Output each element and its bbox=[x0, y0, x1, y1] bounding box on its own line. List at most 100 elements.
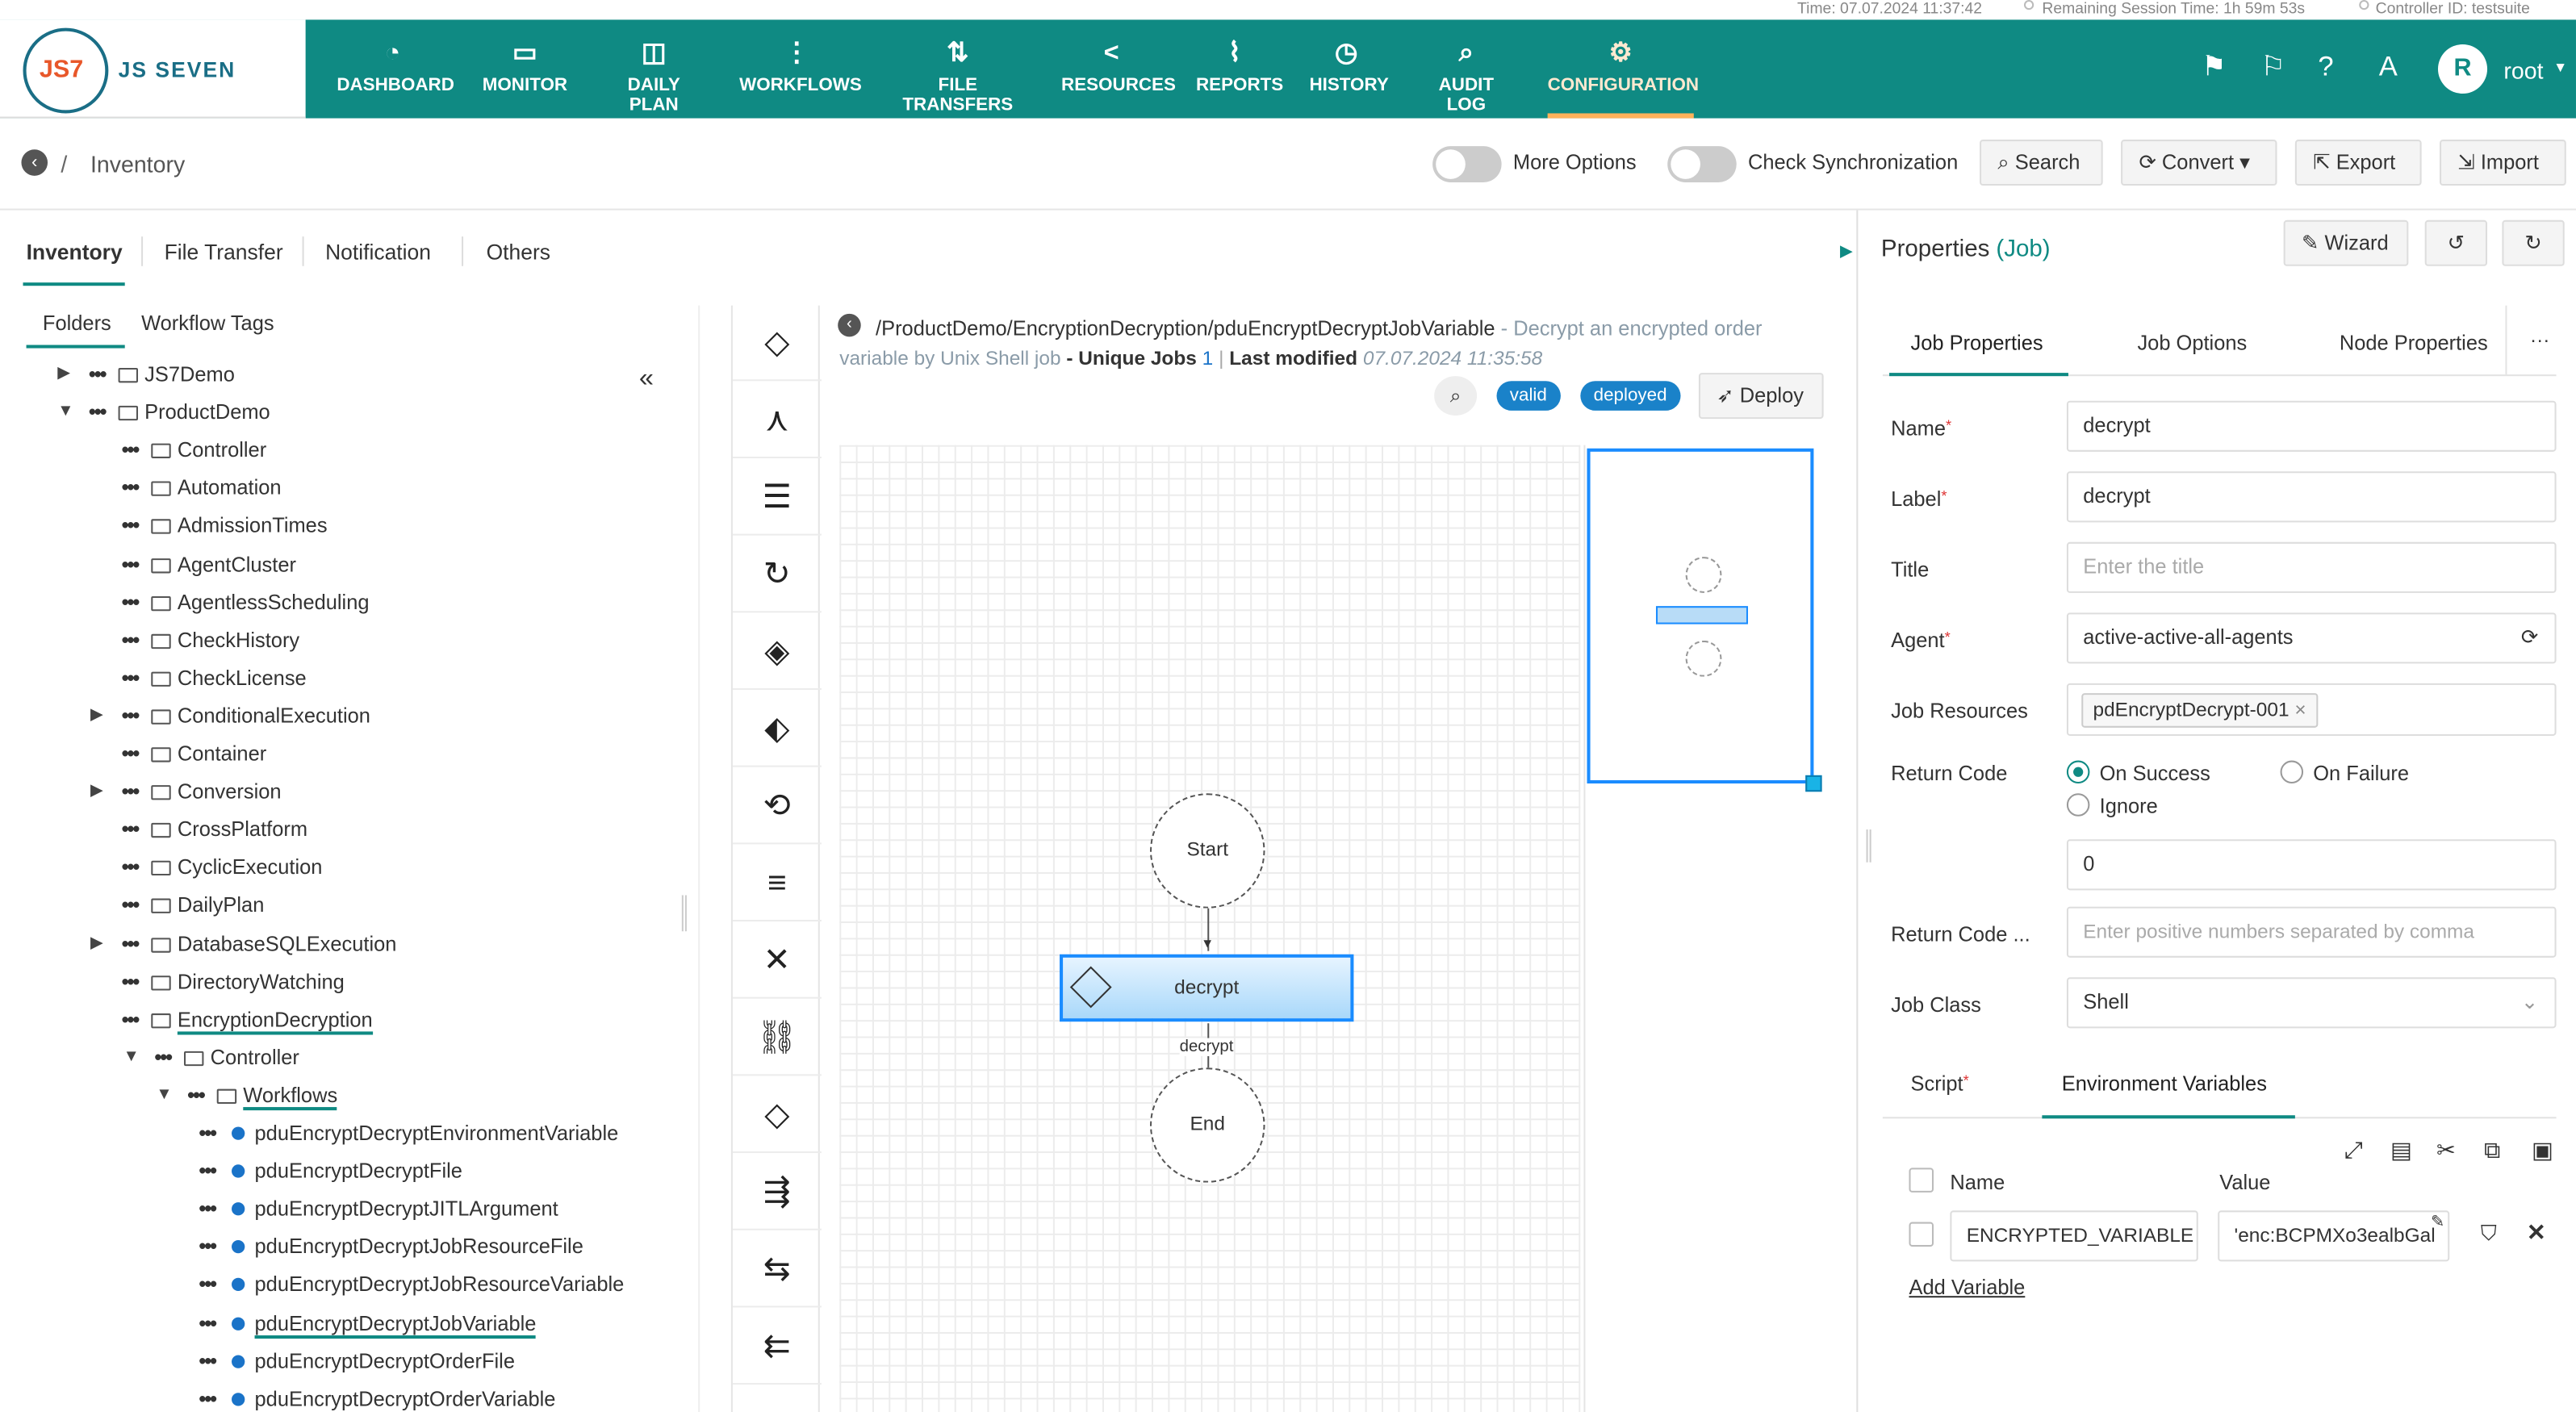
item-menu-icon[interactable]: ••• bbox=[122, 927, 144, 960]
nav-reports[interactable]: ⌇ REPORTS bbox=[1196, 19, 1283, 118]
folder-item[interactable]: ••• Container bbox=[122, 737, 267, 771]
item-menu-icon[interactable]: ••• bbox=[199, 1268, 221, 1301]
avatar[interactable]: R bbox=[2437, 44, 2488, 94]
deploy-button[interactable]: ➶ Deploy bbox=[1698, 373, 1824, 420]
item-menu-icon[interactable]: ••• bbox=[199, 1382, 221, 1412]
tab-workflow-tags[interactable]: Workflow Tags bbox=[141, 312, 274, 335]
item-menu-icon[interactable]: ••• bbox=[154, 1041, 177, 1074]
resize-handle[interactable] bbox=[681, 895, 687, 932]
workflow-item[interactable]: ••• pduEncryptDecryptFile bbox=[199, 1155, 462, 1188]
fail-icon[interactable]: ✕ bbox=[732, 923, 822, 999]
shield-icon[interactable]: ⛉ bbox=[2481, 1221, 2497, 1247]
nav-audit-log[interactable]: ⌕ AUDIT LOG bbox=[1420, 19, 1513, 118]
workflow-item[interactable]: ••• pduEncryptDecryptJobVariable bbox=[199, 1306, 537, 1339]
workflow-item[interactable]: ••• pduEncryptDecryptOrderFile bbox=[199, 1344, 515, 1377]
export-button[interactable]: ⇱ Export bbox=[2294, 140, 2422, 186]
zoom-search-icon[interactable]: ⌕ bbox=[1434, 376, 1478, 416]
prompt-icon[interactable]: ◇ bbox=[732, 1077, 822, 1154]
item-menu-icon[interactable]: ••• bbox=[122, 700, 144, 733]
folder-item[interactable]: ••• AgentlessScheduling bbox=[122, 586, 370, 619]
on-success-radio[interactable]: On Success bbox=[2066, 760, 2210, 785]
import-button[interactable]: ⇲ Import bbox=[2440, 140, 2566, 186]
remove-variable-icon[interactable]: ✕ bbox=[2527, 1218, 2546, 1247]
job-class-select[interactable]: Shell ⌄ bbox=[2066, 977, 2557, 1029]
item-menu-icon[interactable]: ••• bbox=[122, 851, 144, 884]
logo[interactable]: JS7 JS SEVEN bbox=[0, 19, 306, 119]
consume-notice-icon[interactable]: ⇇ bbox=[732, 1309, 822, 1385]
end-node[interactable]: End bbox=[1149, 1067, 1265, 1183]
start-node[interactable]: Start bbox=[1149, 793, 1265, 909]
workflow-item[interactable]: ••• pduEncryptDecryptEnvironmentVariable bbox=[199, 1117, 618, 1150]
item-menu-icon[interactable]: ••• bbox=[122, 1003, 144, 1036]
case-icon[interactable]: ⬖ bbox=[732, 691, 822, 767]
label-input[interactable]: decrypt bbox=[2066, 471, 2557, 523]
tab-node-properties[interactable]: Node Properties bbox=[2340, 332, 2488, 354]
item-menu-icon[interactable]: ••• bbox=[122, 624, 144, 657]
cycle-icon[interactable]: ⟲ bbox=[732, 769, 822, 845]
undo-button[interactable]: ↺ bbox=[2424, 219, 2488, 266]
item-menu-icon[interactable]: ••• bbox=[89, 396, 111, 429]
collapse-icon[interactable]: « bbox=[639, 365, 654, 395]
lock-icon[interactable]: ⛓ bbox=[732, 1001, 822, 1076]
folder-item[interactable]: ••• EncryptionDecryption bbox=[122, 1003, 373, 1036]
tab-notification[interactable]: Notification bbox=[325, 240, 431, 265]
item-menu-icon[interactable]: ••• bbox=[187, 1079, 210, 1112]
search-button[interactable]: ⌕ Search bbox=[1980, 140, 2103, 186]
ignore-radio[interactable]: Ignore bbox=[2066, 793, 2158, 818]
item-menu-icon[interactable]: ••• bbox=[122, 775, 144, 808]
expand-arrow-icon[interactable]: ▶ bbox=[90, 927, 103, 960]
expand-arrow-icon[interactable]: ▼ bbox=[57, 396, 73, 429]
select-all-checkbox[interactable] bbox=[1909, 1168, 1934, 1193]
workflow-item[interactable]: ••• pduEncryptDecryptJobResourceVariable bbox=[199, 1268, 624, 1301]
item-menu-icon[interactable]: ••• bbox=[122, 548, 144, 581]
controller-id[interactable]: Controller ID: testsuite bbox=[2376, 0, 2530, 18]
item-menu-icon[interactable]: ••• bbox=[122, 586, 144, 619]
fork-list-icon[interactable]: ☰ bbox=[732, 460, 822, 536]
wizard-button[interactable]: ✎ Wizard bbox=[2283, 219, 2409, 266]
folder-item[interactable]: ••• AgentCluster bbox=[122, 548, 296, 581]
return-code-input[interactable]: 0 bbox=[2066, 839, 2557, 891]
paste-list-icon[interactable]: ▤ bbox=[2390, 1137, 2412, 1165]
tab-job-properties[interactable]: Job Properties bbox=[1911, 332, 2043, 354]
expand-arrow-icon[interactable]: ▶ bbox=[90, 775, 103, 808]
minimap-resize-handle[interactable] bbox=[1805, 775, 1822, 792]
item-menu-icon[interactable]: ••• bbox=[122, 737, 144, 771]
add-variable-link[interactable]: Add Variable bbox=[1909, 1276, 2025, 1299]
folder-item[interactable]: ••• Automation bbox=[122, 472, 282, 505]
tab-others[interactable]: Others bbox=[487, 240, 550, 265]
nav-monitor[interactable]: ▭ MONITOR bbox=[481, 19, 568, 118]
copy-icon[interactable]: ⧉ bbox=[2484, 1137, 2500, 1165]
folder-item[interactable]: ▶ ••• JS7Demo bbox=[57, 358, 235, 391]
more-options-toggle[interactable] bbox=[1432, 146, 1502, 182]
flag-icon[interactable]: ⚑ bbox=[2202, 51, 2227, 84]
tab-script[interactable]: Script* bbox=[1911, 1072, 1969, 1095]
folder-item[interactable]: ▶ ••• DatabaseSQLExecution bbox=[90, 927, 396, 960]
folder-item[interactable]: ••• CheckHistory bbox=[122, 624, 300, 657]
row-checkbox[interactable] bbox=[1909, 1222, 1934, 1247]
folder-item[interactable]: ▼ ••• Workflows bbox=[156, 1079, 337, 1112]
user-name[interactable]: root bbox=[2503, 57, 2543, 84]
item-menu-icon[interactable]: ••• bbox=[122, 472, 144, 505]
job-instruction-icon[interactable]: ◇ bbox=[732, 306, 822, 382]
item-menu-icon[interactable]: ••• bbox=[89, 358, 111, 391]
item-menu-icon[interactable]: ••• bbox=[199, 1306, 221, 1339]
job-node-decrypt[interactable]: decrypt bbox=[1060, 954, 1354, 1022]
item-menu-icon[interactable]: ••• bbox=[199, 1117, 221, 1150]
minimap[interactable] bbox=[1587, 448, 1814, 784]
panel-resize-handle[interactable] bbox=[1866, 829, 1871, 863]
folder-item[interactable]: ••• DirectoryWatching bbox=[122, 965, 345, 998]
tab-job-options[interactable]: Job Options bbox=[2137, 332, 2247, 354]
retry-icon[interactable]: ↻ bbox=[732, 537, 822, 613]
item-menu-icon[interactable]: ••• bbox=[122, 434, 144, 467]
redo-button[interactable]: ↻ bbox=[2502, 219, 2565, 266]
item-menu-icon[interactable]: ••• bbox=[199, 1344, 221, 1377]
tab-folders[interactable]: Folders bbox=[43, 312, 111, 335]
workflow-item[interactable]: ••• pduEncryptDecryptOrderVariable bbox=[199, 1382, 555, 1412]
tab-inventory[interactable]: Inventory bbox=[27, 240, 123, 265]
language-icon[interactable]: A bbox=[2379, 51, 2398, 84]
item-menu-icon[interactable]: ••• bbox=[122, 662, 144, 695]
on-failure-radio[interactable]: On Failure bbox=[2280, 760, 2409, 785]
expand-panel-icon[interactable]: ▶ bbox=[1840, 243, 1853, 261]
add-order-icon[interactable]: ⇶ bbox=[732, 1155, 822, 1230]
workflow-item[interactable]: ••• pduEncryptDecryptJobResourceFile bbox=[199, 1230, 583, 1264]
